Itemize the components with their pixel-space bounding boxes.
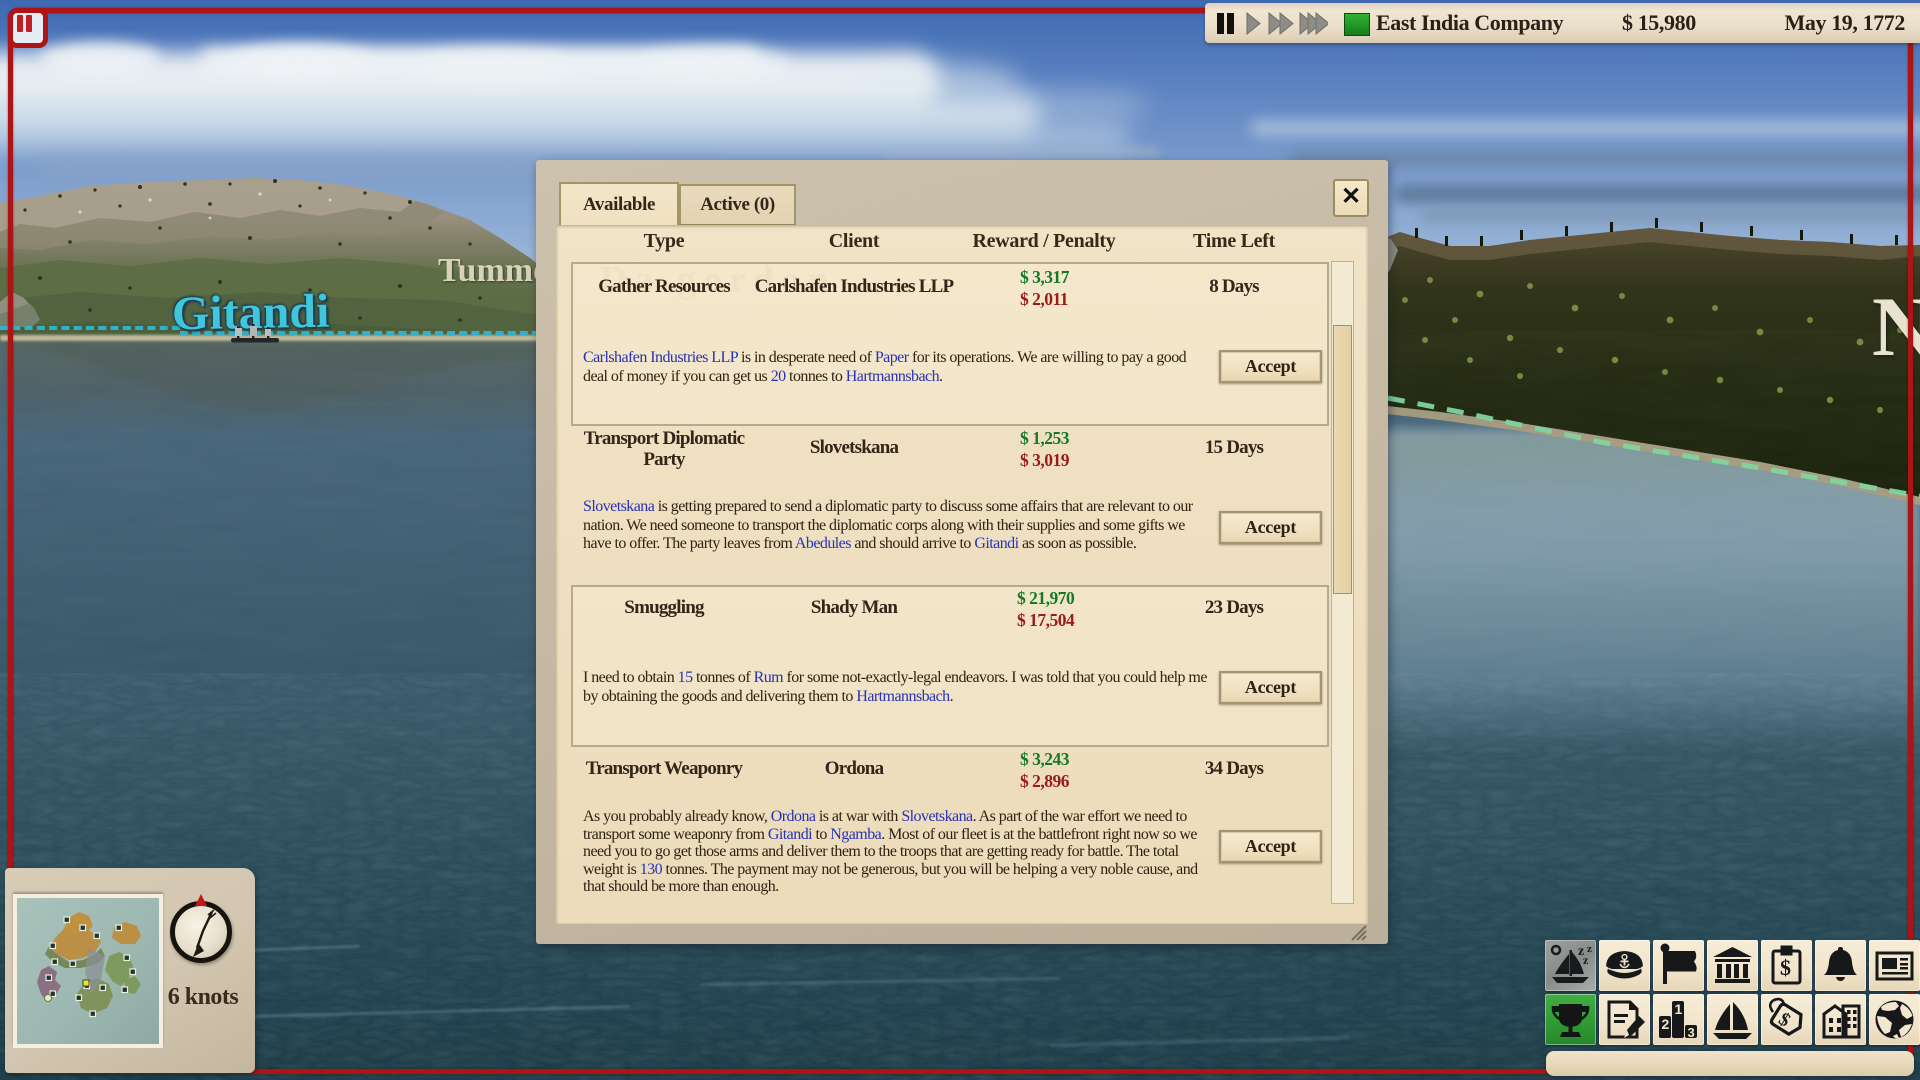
svg-text:2: 2	[1662, 1016, 1670, 1032]
svg-text:z: z	[1587, 943, 1592, 955]
svg-text:$: $	[1780, 955, 1791, 980]
svg-text:1: 1	[1675, 1001, 1683, 1017]
svg-text:3: 3	[1688, 1025, 1695, 1040]
svg-text:z: z	[1583, 953, 1589, 967]
